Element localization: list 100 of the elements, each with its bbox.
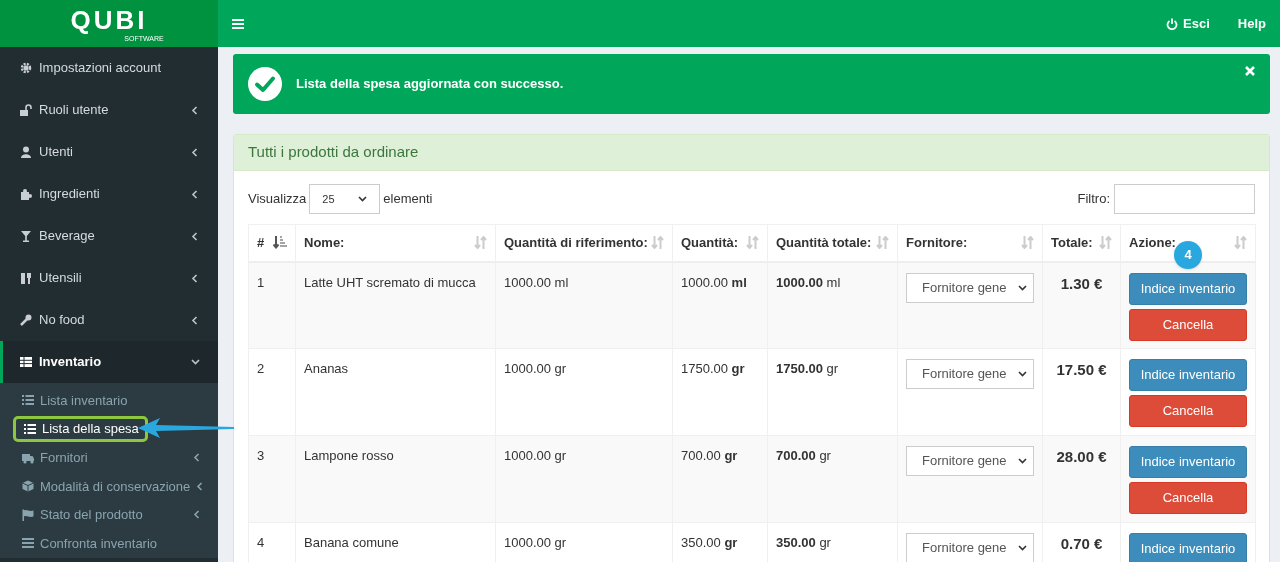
total-quantity: 1000.00 ml — [776, 274, 841, 290]
product-name: Latte UHT scremato di mucca — [304, 274, 476, 290]
submenu-item[interactable]: Modalità di conservazione — [0, 472, 218, 501]
row-number: 2 — [257, 361, 265, 376]
product-name: Lampone rosso — [304, 448, 394, 463]
chevron-left-icon — [191, 273, 200, 283]
alert-message: Lista della spesa aggiornata con successo. — [296, 75, 564, 94]
row-total: 0.70 € — [1060, 535, 1103, 552]
delete-button[interactable]: Cancella — [1129, 482, 1247, 514]
menu-icon[interactable] — [232, 18, 244, 29]
sort-icon[interactable] — [1099, 236, 1112, 250]
inventory-index-button[interactable]: Indice inventario — [1129, 359, 1247, 391]
reference-quantity: 1000.00 gr — [504, 448, 567, 463]
inventory-index-button[interactable]: Indice inventario — [1129, 533, 1247, 562]
table-icon — [20, 356, 32, 368]
reference-quantity: 1000.00 gr — [504, 361, 567, 376]
product-name: Banana comune — [304, 535, 399, 550]
submenu-item[interactable]: Lista della spesa — [13, 416, 148, 442]
sort-icon[interactable] — [1234, 236, 1247, 250]
submenu-item[interactable]: Confronta inventario — [0, 529, 218, 558]
puzzle-icon — [20, 188, 32, 200]
submenu-item[interactable]: Fornitori — [0, 443, 218, 472]
check-circle-icon — [248, 67, 282, 101]
chevron-down-icon — [1018, 284, 1027, 291]
user-icon — [20, 146, 32, 158]
quantity: 1750.00 gr — [681, 361, 745, 376]
show-label: Visualizza — [248, 190, 307, 209]
row-total: 28.00 € — [1056, 448, 1107, 465]
cocktail-glass-icon — [20, 230, 32, 242]
quantity: 1000.00 ml — [681, 274, 747, 290]
filter-label: Filtro: — [1077, 190, 1110, 209]
chevron-left-icon — [193, 510, 202, 520]
inventory-index-button[interactable]: Indice inventario — [1129, 272, 1247, 305]
list-icon — [22, 394, 34, 407]
sort-icon[interactable] — [474, 236, 487, 250]
sort-icon[interactable] — [1021, 236, 1034, 250]
chevron-down-icon — [358, 196, 368, 202]
sort-icon[interactable] — [651, 236, 664, 250]
padlock-icon — [20, 104, 32, 116]
sidebar-item[interactable]: No food — [0, 299, 218, 341]
submenu-item[interactable]: Stato del prodotto — [0, 500, 218, 529]
close-icon[interactable] — [1245, 66, 1255, 76]
inventory-index-button[interactable]: Indice inventario — [1129, 446, 1247, 478]
row-total: 17.50 € — [1056, 361, 1107, 378]
chevron-down-icon — [1018, 458, 1027, 464]
product-name: Ananas — [304, 361, 349, 376]
supplier-select[interactable]: Fornitore gene — [906, 533, 1034, 562]
page-size-select[interactable]: 25 — [309, 184, 381, 214]
quantity: 700.00 gr — [681, 448, 738, 463]
chevron-down-icon — [1018, 545, 1027, 551]
total-quantity: 700.00 gr — [776, 448, 831, 463]
chevron-down-icon — [1018, 371, 1027, 377]
delete-button[interactable]: Cancella — [1129, 308, 1247, 341]
sidebar-item[interactable]: Inventario — [0, 341, 218, 383]
submenu-item[interactable]: Lista inventario — [0, 386, 218, 415]
sidebar-item[interactable]: Beverage — [0, 215, 218, 257]
cutlery-icon — [20, 272, 32, 284]
supplier-select[interactable]: Fornitore gene — [906, 272, 1034, 303]
column-header[interactable]: Azione: — [1129, 233, 1176, 253]
sort-icon[interactable] — [746, 236, 759, 250]
column-header[interactable]: # — [257, 233, 265, 253]
total-quantity: 1750.00 gr — [776, 361, 839, 376]
quantity: 350.00 gr — [681, 535, 738, 550]
column-header[interactable]: Nome: — [304, 233, 345, 253]
sidebar-item[interactable]: Utenti — [0, 131, 218, 173]
list-icon — [24, 423, 36, 435]
sort-ascending-icon[interactable] — [273, 236, 287, 250]
chevron-left-icon — [193, 453, 202, 463]
sidebar-item[interactable]: Ruoli utente — [0, 89, 218, 131]
chevron-left-icon — [191, 231, 200, 241]
total-quantity: 350.00 gr — [776, 535, 831, 550]
show-suffix: elementi — [383, 190, 433, 209]
reference-quantity: 1000.00 ml — [504, 274, 569, 290]
row-total: 1.30 € — [1060, 274, 1103, 292]
power-icon[interactable] — [1166, 17, 1179, 30]
chevron-down-icon — [191, 357, 200, 367]
delete-button[interactable]: Cancella — [1129, 395, 1247, 427]
sidebar-item[interactable]: Utensili — [0, 257, 218, 299]
cube-icon — [22, 480, 34, 493]
panel-title: Tutti i prodotti da ordinare — [248, 142, 419, 163]
truck-icon — [22, 451, 34, 464]
filter-field[interactable] — [1114, 184, 1255, 214]
supplier-select[interactable]: Fornitore gene — [906, 446, 1034, 476]
supplier-select[interactable]: Fornitore gene — [906, 359, 1034, 389]
menu-lines-icon — [22, 537, 34, 550]
row-number: 1 — [257, 274, 265, 290]
chevron-left-icon — [191, 315, 200, 325]
row-number: 4 — [257, 535, 265, 550]
settings-icon — [20, 62, 32, 74]
row-number: 3 — [257, 448, 265, 463]
chevron-left-icon — [191, 189, 200, 199]
flag-icon — [22, 508, 34, 521]
logo-text: QUBI — [70, 5, 148, 35]
sort-icon[interactable] — [876, 236, 889, 250]
chevron-left-icon — [191, 105, 200, 115]
reference-quantity: 1000.00 gr — [504, 535, 567, 550]
sidebar-item[interactable]: Ingredienti — [0, 173, 218, 215]
sidebar-item[interactable]: Impostazioni account — [0, 47, 218, 89]
wrench-icon — [20, 314, 32, 326]
chevron-left-icon — [191, 147, 200, 157]
